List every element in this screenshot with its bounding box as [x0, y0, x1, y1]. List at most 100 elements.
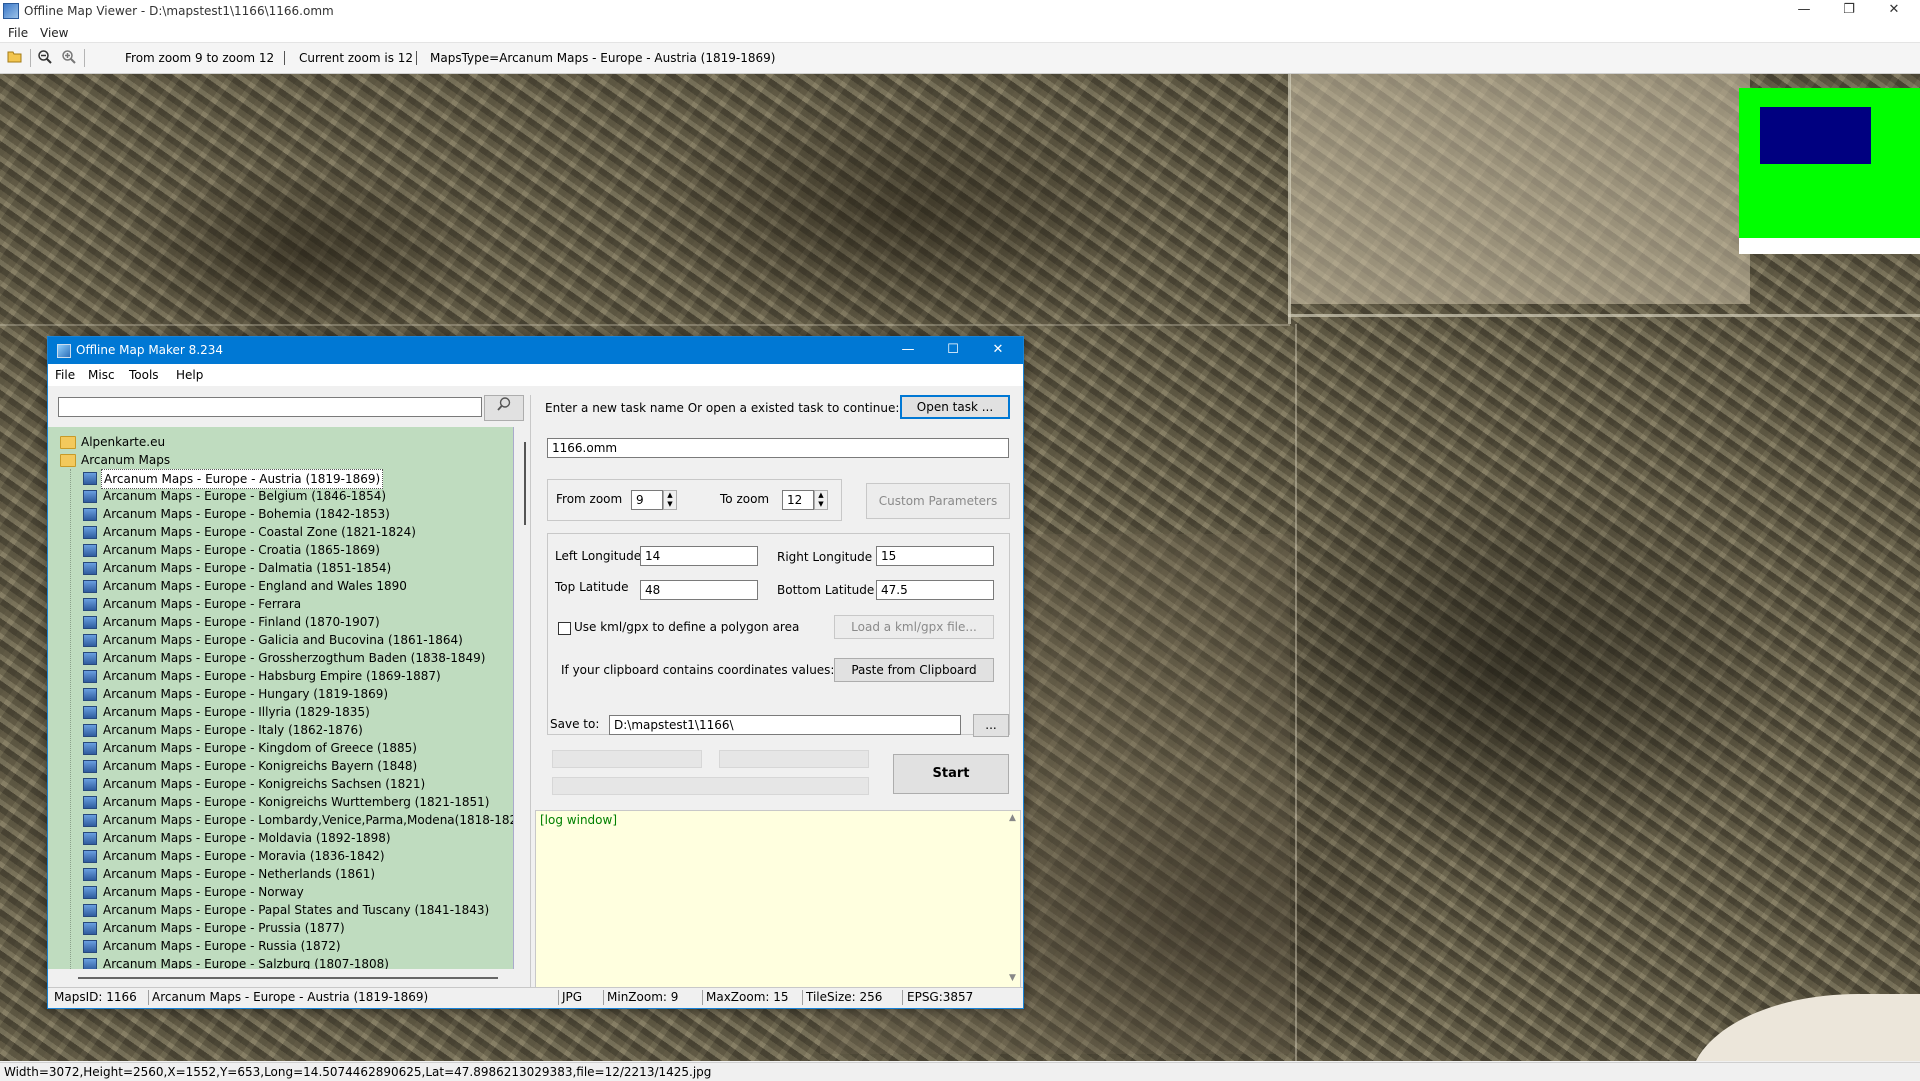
zoom-in-icon[interactable] — [60, 49, 78, 67]
task-name-field[interactable]: 1166.omm — [547, 438, 1009, 458]
bottom-latitude-field[interactable]: 47.5 — [876, 580, 994, 600]
tree-item[interactable]: Arcanum Maps - Europe - Konigreichs Wurt… — [48, 793, 513, 811]
tree-item[interactable]: Arcanum Maps - Europe - Belgium (1846-18… — [48, 487, 513, 505]
browse-folder-button[interactable]: ... — [973, 714, 1009, 737]
log-window[interactable]: [log window] ▲ ▼ — [535, 810, 1021, 988]
tree-scroll-thumb[interactable] — [524, 442, 526, 525]
tree-item[interactable]: Arcanum Maps - Europe - Konigreichs Sach… — [48, 775, 513, 793]
tree-item[interactable]: Arcanum Maps - Europe - Prussia (1877) — [48, 919, 513, 937]
tree-item-label: Arcanum Maps - Europe - England and Wale… — [103, 579, 407, 593]
dialog-minimize-button[interactable]: — — [888, 340, 928, 360]
tree-item[interactable]: Arcanum Maps - Europe - Croatia (1865-18… — [48, 541, 513, 559]
dialog-menu-tools[interactable]: Tools — [129, 368, 159, 382]
tree-item-label: Arcanum Maps - Europe - Kingdom of Greec… — [103, 741, 417, 755]
status-bar: Width=3072,Height=2560,X=1552,Y=653,Long… — [0, 1062, 1920, 1081]
left-longitude-label: Left Longitude — [555, 549, 642, 563]
status-separator — [802, 990, 803, 1005]
tree-item-label: Arcanum Maps - Europe - Dalmatia (1851-1… — [103, 561, 392, 575]
tree-item-label: Arcanum Maps - Europe - Moravia (1836-18… — [103, 849, 385, 863]
minimap[interactable] — [1739, 88, 1920, 254]
tree-item[interactable]: Arcanum Maps - Europe - Habsburg Empire … — [48, 667, 513, 685]
tree-horizontal-scrollbar[interactable] — [78, 977, 498, 979]
tree-folder[interactable]: Alpenkarte.eu — [48, 433, 513, 451]
window-minimize-button[interactable]: — — [1782, 0, 1826, 22]
from-zoom-field[interactable]: 9 — [631, 490, 663, 510]
top-latitude-field[interactable]: 48 — [640, 580, 758, 600]
menu-view[interactable]: View — [40, 26, 68, 40]
tree-item[interactable]: Arcanum Maps - Europe - Norway — [48, 883, 513, 901]
tree-item[interactable]: Arcanum Maps - Europe - Hungary (1819-18… — [48, 685, 513, 703]
tree-item[interactable]: Arcanum Maps - Europe - Moldavia (1892-1… — [48, 829, 513, 847]
kml-polygon-checkbox[interactable] — [558, 622, 571, 635]
tree-item[interactable]: Arcanum Maps - Europe - Netherlands (186… — [48, 865, 513, 883]
tree-item[interactable]: Arcanum Maps - Europe - Moravia (1836-18… — [48, 847, 513, 865]
map-icon — [83, 922, 97, 935]
map-icon — [83, 508, 97, 521]
map-tile-seam — [0, 324, 1290, 326]
dialog-menu-misc[interactable]: Misc — [88, 368, 115, 382]
dialog-title: Offline Map Maker 8.234 — [76, 343, 224, 357]
load-kml-button[interactable]: Load a kml/gpx file... — [834, 615, 994, 639]
left-longitude-field[interactable]: 14 — [640, 546, 758, 566]
scroll-down-icon[interactable]: ▼ — [1009, 973, 1016, 983]
tree-folder[interactable]: Arcanum Maps — [48, 451, 513, 469]
tree-item[interactable]: Arcanum Maps - Europe - Grossherzogthum … — [48, 649, 513, 667]
dialog-menu-help[interactable]: Help — [176, 368, 203, 382]
tree-item[interactable]: Arcanum Maps - Europe - Salzburg (1807-1… — [48, 955, 513, 969]
from-zoom-stepper[interactable]: ▲ ▼ — [663, 490, 677, 510]
map-icon — [83, 670, 97, 683]
minimap-viewport[interactable] — [1760, 107, 1871, 164]
dialog-maximize-button[interactable]: ☐ — [933, 340, 973, 360]
paste-from-clipboard-button[interactable]: Paste from Clipboard — [834, 658, 994, 682]
search-button[interactable] — [484, 395, 524, 421]
dialog-titlebar: Offline Map Maker 8.234 — ☐ ✕ — [48, 337, 1023, 364]
min-zoom-status: MinZoom: 9 — [607, 990, 679, 1004]
tree-item[interactable]: Arcanum Maps - Europe - England and Wale… — [48, 577, 513, 595]
tree-item[interactable]: Arcanum Maps - Europe - Galicia and Buco… — [48, 631, 513, 649]
map-search-input[interactable] — [58, 397, 482, 417]
tree-item[interactable]: Arcanum Maps - Europe - Russia (1872) — [48, 937, 513, 955]
tree-item[interactable]: Arcanum Maps - Europe - Bohemia (1842-18… — [48, 505, 513, 523]
dialog-menu-bar: File Misc Tools Help — [48, 364, 1023, 386]
to-zoom-field[interactable]: 12 — [782, 490, 814, 510]
to-zoom-label: To zoom — [720, 492, 770, 506]
window-close-button[interactable]: ✕ — [1872, 0, 1916, 22]
right-longitude-field[interactable]: 15 — [876, 546, 994, 566]
map-type-tree[interactable]: Alpenkarte.eu Arcanum Maps Arcanum Maps - … — [48, 427, 514, 969]
status-separator — [148, 990, 149, 1005]
scroll-up-icon[interactable]: ▲ — [1009, 813, 1016, 823]
tree-item[interactable]: Arcanum Maps - Europe - Konigreichs Baye… — [48, 757, 513, 775]
window-maximize-button[interactable]: ❐ — [1827, 0, 1871, 22]
tree-item-label: Arcanum Maps - Europe - Russia (1872) — [103, 939, 341, 953]
zoom-out-icon[interactable] — [36, 49, 54, 67]
map-icon — [83, 850, 97, 863]
tree-item[interactable]: Arcanum Maps - Europe - Lombardy,Venice,… — [48, 811, 513, 829]
folder-open-icon[interactable] — [6, 49, 24, 67]
max-zoom-status: MaxZoom: 15 — [706, 990, 789, 1004]
tree-vertical-scrollbar[interactable] — [522, 442, 528, 968]
pane-divider[interactable] — [530, 395, 531, 987]
open-task-button[interactable]: Open task ... — [900, 395, 1010, 419]
to-zoom-stepper[interactable]: ▲ ▼ — [814, 490, 828, 510]
tree-item-label: Arcanum Maps - Europe - Coastal Zone (18… — [103, 525, 416, 539]
tree-item[interactable]: Arcanum Maps - Europe - Finland (1870-19… — [48, 613, 513, 631]
tree-item[interactable]: Arcanum Maps - Europe - Austria (1819-18… — [48, 469, 513, 489]
menu-file[interactable]: File — [8, 26, 28, 40]
tree-item[interactable]: Arcanum Maps - Europe - Papal States and… — [48, 901, 513, 919]
tree-item[interactable]: Arcanum Maps - Europe - Ferrara — [48, 595, 513, 613]
maps-id-status: MapsID: 1166 — [54, 990, 137, 1004]
log-scrollbar[interactable]: ▲ ▼ — [1008, 813, 1018, 985]
dialog-menu-file[interactable]: File — [55, 368, 75, 382]
custom-parameters-button[interactable]: Custom Parameters — [866, 483, 1010, 519]
tree-item-label: Arcanum Maps - Europe - Habsburg Empire … — [103, 669, 441, 683]
dialog-close-button[interactable]: ✕ — [978, 340, 1018, 360]
app-icon — [3, 3, 19, 19]
tree-item[interactable]: Arcanum Maps - Europe - Coastal Zone (18… — [48, 523, 513, 541]
tree-item[interactable]: Arcanum Maps - Europe - Illyria (1829-18… — [48, 703, 513, 721]
tree-item[interactable]: Arcanum Maps - Europe - Dalmatia (1851-1… — [48, 559, 513, 577]
tree-item[interactable]: Arcanum Maps - Europe - Italy (1862-1876… — [48, 721, 513, 739]
epsg-status: EPSG:3857 — [907, 990, 974, 1004]
tree-item[interactable]: Arcanum Maps - Europe - Kingdom of Greec… — [48, 739, 513, 757]
save-path-field[interactable]: D:\mapstest1\1166\ — [609, 715, 961, 735]
start-button[interactable]: Start — [893, 754, 1009, 794]
